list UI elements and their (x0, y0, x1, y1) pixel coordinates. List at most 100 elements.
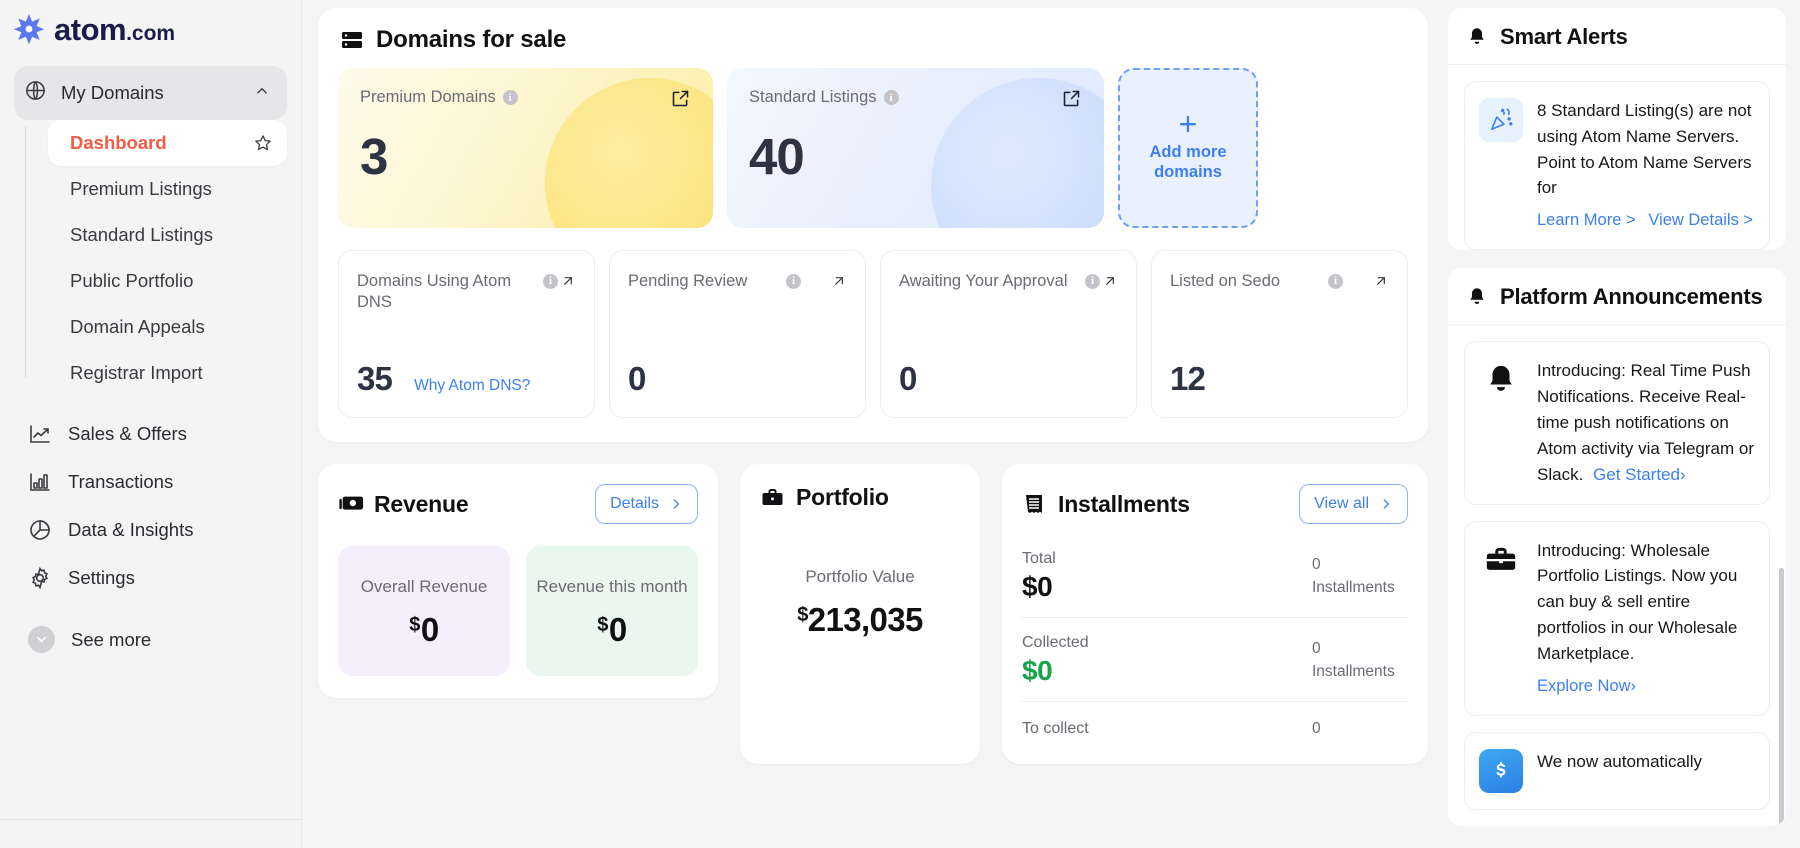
stat-footer: 0 (899, 362, 1118, 395)
announcement-item-refunds[interactable]: We now automatically (1464, 731, 1770, 810)
stat-footer: 35 Why Atom DNS? (357, 362, 576, 395)
sidebar-item-standard-listings[interactable]: Standard Listings (48, 212, 287, 258)
info-icon[interactable]: i (543, 273, 558, 289)
smart-alerts-header: Smart Alerts (1448, 8, 1786, 65)
domains-for-sale-panel: Domains for sale Premium Domains i 3 Sta… (318, 8, 1428, 442)
info-icon[interactable]: i (786, 273, 801, 289)
stat-card-listed-on-sedo[interactable]: Listed on Sedo i 12 (1151, 250, 1408, 418)
arrow-up-right-icon[interactable] (1102, 273, 1118, 289)
explore-now-link[interactable]: Explore Now› (1537, 677, 1636, 695)
arrow-up-right-icon[interactable] (560, 273, 576, 289)
smart-alerts-title: Smart Alerts (1500, 24, 1628, 49)
premium-domains-card[interactable]: Premium Domains i 3 (338, 68, 713, 228)
sidebar-item-domain-appeals[interactable]: Domain Appeals (48, 304, 287, 350)
dashboard-page: atom.com My Domains Dashboard Premium Li (0, 0, 1800, 848)
plus-icon: + (1178, 106, 1198, 143)
get-started-link[interactable]: Get Started› (1593, 465, 1686, 484)
arrow-up-right-icon[interactable] (831, 273, 847, 289)
sidebar-item-label: Transactions (68, 471, 174, 492)
sidebar-item-transactions[interactable]: Transactions (14, 458, 287, 506)
installments-view-all-button[interactable]: View all (1299, 484, 1408, 524)
sidebar-group-label: My Domains (61, 82, 164, 103)
overall-revenue-tile: Overall Revenue $0 (338, 546, 510, 676)
sidebar-group-my-domains[interactable]: My Domains (14, 66, 287, 120)
add-more-domains-label: Add more domains (1149, 142, 1227, 182)
domain-stats-row: Domains Using Atom DNS i 35 Why Atom DNS… (318, 228, 1428, 442)
sidebar-item-settings[interactable]: Settings (14, 554, 287, 602)
smart-alert-item[interactable]: 8 Standard Listing(s) are not using Atom… (1464, 81, 1770, 251)
add-more-domains-button[interactable]: + Add more domains (1118, 68, 1258, 228)
standard-listings-card[interactable]: Standard Listings i 40 (727, 68, 1104, 228)
stat-icon-group: i (543, 271, 576, 289)
stat-card-atom-dns[interactable]: Domains Using Atom DNS i 35 Why Atom DNS… (338, 250, 595, 418)
arrow-up-right-icon[interactable] (1373, 273, 1389, 289)
info-icon[interactable]: i (883, 90, 899, 105)
announcement-item-wholesale[interactable]: Introducing: Wholesale Portfolio Listing… (1464, 520, 1770, 716)
card-label: Standard Listings (749, 88, 877, 106)
sidebar-item-label: Sales & Offers (68, 423, 187, 444)
stat-icon-group: i (786, 271, 847, 289)
sidebar-item-registrar-import[interactable]: Registrar Import (48, 350, 287, 396)
briefcase-solid-icon (1479, 538, 1523, 582)
why-atom-dns-link[interactable]: Why Atom DNS? (414, 377, 530, 395)
see-more-label: See more (71, 628, 152, 650)
sidebar-item-dashboard[interactable]: Dashboard (48, 120, 287, 166)
stat-card-awaiting-approval[interactable]: Awaiting Your Approval i 0 (880, 250, 1137, 418)
smart-alert-text: 8 Standard Listing(s) are not using Atom… (1537, 101, 1752, 198)
sidebar-item-public-portfolio[interactable]: Public Portfolio (48, 258, 287, 304)
tile-label: Revenue this month (536, 576, 688, 596)
installments-view-all-label: View all (1314, 495, 1369, 512)
domain-summary-cards: Premium Domains i 3 Standard Listings i … (318, 64, 1428, 228)
info-icon[interactable]: i (502, 90, 518, 105)
revenue-panel-header: Revenue Details (318, 464, 718, 524)
revenue-details-button[interactable]: Details (595, 484, 698, 524)
chevron-right-icon (673, 499, 679, 509)
announcements-scrollbar[interactable] (1779, 568, 1784, 826)
sidebar-item-sales-offers[interactable]: Sales & Offers (14, 410, 287, 458)
sidebar-item-data-insights[interactable]: Data & Insights (14, 506, 287, 554)
installment-count: 0 Installments (1312, 554, 1408, 599)
stat-icon-group: i (1085, 271, 1118, 289)
chevron-up-icon[interactable] (253, 82, 271, 105)
installment-left: Total $0 (1022, 550, 1312, 603)
announcement-item-push-notifications[interactable]: Introducing: Real Time Push Notification… (1464, 341, 1770, 505)
sidebar-item-label: Registrar Import (70, 362, 203, 383)
info-icon[interactable]: i (1085, 273, 1100, 289)
standard-listings-value: 40 (749, 128, 805, 185)
installment-key: To collect (1022, 720, 1089, 738)
trending-up-icon (28, 422, 52, 446)
secondary-panels-row: Revenue Details Overall Revenue $0 Reven… (318, 464, 1428, 764)
sidebar-item-label: Standard Listings (70, 224, 213, 245)
stat-footer: 12 (1170, 362, 1389, 395)
main-content: Domains for sale Premium Domains i 3 Sta… (302, 0, 1440, 848)
portfolio-title: Portfolio (796, 484, 889, 510)
stat-label: Listed on Sedo (1170, 272, 1281, 290)
portfolio-panel-header: Portfolio (740, 464, 980, 511)
page-title: Domains for sale (376, 26, 567, 53)
premium-domains-label-row: Premium Domains i (360, 88, 691, 107)
announcement-body: Introducing: Wholesale Portfolio Listing… (1537, 538, 1755, 699)
info-icon[interactable]: i (1328, 273, 1343, 289)
view-details-link[interactable]: View Details > (1648, 211, 1753, 229)
brand-logo-area[interactable]: atom.com (0, 0, 301, 62)
stat-card-pending-review[interactable]: Pending Review i 0 (609, 250, 866, 418)
smart-alerts-panel: Smart Alerts 8 Standard Listing(s) are n… (1448, 8, 1786, 251)
standard-listings-label-row: Standard Listings i (749, 88, 1082, 107)
stat-value: 35 (357, 360, 393, 397)
star-outline-icon[interactable] (253, 133, 273, 153)
learn-more-link[interactable]: Learn More > (1537, 211, 1636, 229)
external-link-icon[interactable] (670, 88, 691, 109)
installment-left: To collect (1022, 720, 1312, 738)
installment-count-label: Installments (1312, 662, 1395, 680)
revenue-title: Revenue (374, 490, 469, 517)
stat-icon-group: i (1328, 271, 1389, 289)
external-link-icon[interactable] (1061, 88, 1082, 109)
announcement-body: We now automatically (1537, 749, 1755, 793)
pie-chart-icon (28, 518, 52, 542)
money-icon (338, 492, 364, 516)
sidebar-see-more[interactable]: See more (14, 614, 287, 665)
announcements-title: Platform Announcements (1500, 284, 1763, 310)
tile-value: $0 (409, 610, 439, 648)
sidebar-item-premium-listings[interactable]: Premium Listings (48, 166, 287, 212)
